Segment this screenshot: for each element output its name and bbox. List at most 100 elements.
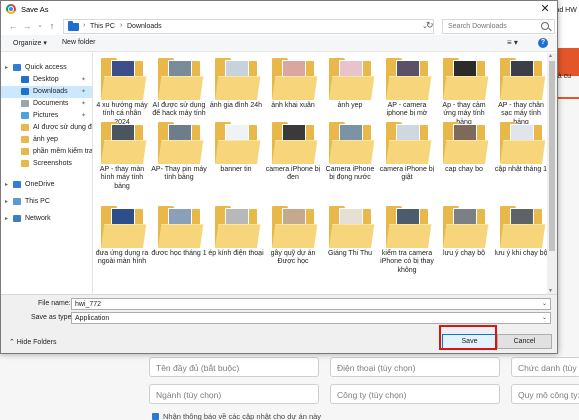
nav-item-desktop[interactable]: Desktop ✦ [1,74,92,86]
folder-item[interactable]: Ap - thay cảm ứng máy tính bảng [436,58,492,127]
job-title-field[interactable]: Chức danh (tùy c [511,357,579,377]
forward-arrow-icon[interactable]: → [21,20,33,32]
nav-item-label: Desktop [33,76,59,83]
folder-name: lưu ý khi chạy bộ [494,250,547,257]
network-icon [13,215,21,222]
recent-locations-chevron-icon[interactable]: ⌄ [34,20,46,32]
folder-item[interactable]: cap chay bo [436,122,492,174]
file-name-field[interactable]: hwi_772 ⌄ [71,298,551,310]
navigation-pane: ▸ Quick access Desktop ✦ Downloads ✦ Documents… [1,53,93,294]
folder-icon [329,58,375,100]
folder-icon [101,206,147,248]
folder-item[interactable]: 4 xu hướng máy tính cá nhân 2024 [94,58,150,127]
folder-icon [443,122,489,164]
folder-icon [215,122,261,164]
expand-chevron-icon[interactable]: ▸ [5,215,8,222]
updates-checkbox[interactable] [152,413,159,420]
folder-name: cap chay bo [445,166,483,173]
search-icon [541,22,549,30]
nav-item-ai-c-s-d-ng[interactable]: AI được sử dụng để [1,122,92,134]
dialog-titlebar: Save As ✕ [1,1,557,18]
nav-item-this-pc[interactable]: ▸ This PC [1,196,92,208]
folder-item[interactable]: AI được sử dụng để hack máy tính [151,58,207,119]
folder-item[interactable]: camera iPhone bị đen [265,122,321,183]
chrome-icon [6,4,16,14]
save-as-dialog: Save As ✕ ← → ⌄ ↑ › This PC › Downloads … [0,0,558,354]
nav-item-network[interactable]: ▸ Network [1,213,92,225]
folder-item[interactable]: AP- Thay pin máy tính bảng [151,122,207,183]
folder-item[interactable]: cập nhật tháng 1 [493,122,547,174]
expand-chevron-icon[interactable]: ▸ [5,198,8,205]
nav-item-label: Documents [33,100,69,107]
company-size-field[interactable]: Quy mô công ty: (t [511,384,579,404]
pictures-icon [21,112,29,119]
folder-item[interactable]: AP - thay màn hình máy tính bảng [94,122,150,191]
breadcrumb-this-pc[interactable]: This PC [90,23,115,30]
file-list-scrollbar[interactable]: ▲ ▼ [547,53,557,294]
hide-folders-button[interactable]: ⌃ Hide Folders [9,338,57,346]
folder-item[interactable]: đươc học tháng 1 [151,206,207,258]
folder-name: camera iPhone bị đen [265,166,321,182]
nav-item-ph-n-m-m-ki-m-tra[interactable]: phần mềm kiểm tra [1,146,92,158]
folder-item[interactable]: AP - thay chân sạc máy tính bảng [493,58,547,127]
nav-item-nh-yep[interactable]: ảnh yep [1,134,92,146]
search-input[interactable]: Search Downloads [442,19,555,34]
scroll-up-icon[interactable]: ▲ [548,53,553,59]
folder-item[interactable]: Giáng Thi Thu [322,206,378,258]
scrollbar-thumb[interactable] [549,61,555,251]
address-bar[interactable]: › This PC › Downloads ⌄ [63,19,434,34]
folder-icon [101,122,147,164]
folder-item[interactable]: Camera iPhone bị đọng nước [322,122,378,183]
nav-item-label: Quick access [25,64,67,71]
refresh-icon[interactable]: ↻ [426,20,434,31]
phone-field[interactable]: Điện thoại (tùy chọn) [330,357,500,377]
nav-item-screenshots[interactable]: Screenshots [1,158,92,170]
folder-item[interactable]: lưu ý chạy bộ [436,206,492,258]
back-arrow-icon[interactable]: ← [7,20,19,32]
folder-item[interactable]: gây quỹ dự án Được học [265,206,321,267]
folder-item[interactable]: banner tin [208,122,264,174]
folder-name: ảnh gia đình 24h [209,102,263,109]
file-name-value: hwi_772 [75,301,102,308]
command-toolbar: Organize ▾ New folder ≡ ▾ ? [1,35,557,52]
folder-icon [329,122,375,164]
save-as-type-select[interactable]: Application ⌄ [71,312,551,324]
folder-item[interactable]: ảnh gia đình 24h [208,58,264,110]
folder-item[interactable]: ảnh khai xuân [265,58,321,110]
folder-icon [21,136,29,143]
full-name-field[interactable]: Tên đầy đủ (bắt buộc) [149,357,319,377]
folder-icon [272,122,318,164]
folder-item[interactable]: ảnh yep [322,58,378,110]
folder-item[interactable]: ép kính điện thoại [208,206,264,258]
view-options-icon[interactable]: ≡ ▾ [507,38,518,47]
new-folder-button[interactable]: New folder [62,39,95,46]
folder-location-icon [68,21,79,31]
nav-item-onedrive[interactable]: ▸ OneDrive [1,179,92,191]
nav-item-documents[interactable]: Documents ✦ [1,98,92,110]
company-field[interactable]: Công ty (tùy chọn) [330,384,500,404]
folder-item[interactable]: AP - camera iphone bị mờ [379,58,435,119]
folder-icon [215,206,261,248]
industry-field[interactable]: Ngành (tùy chọn) [149,384,319,404]
chevron-down-icon[interactable]: ⌄ [542,300,547,307]
nav-item-pictures[interactable]: Pictures ✦ [1,110,92,122]
expand-chevron-icon[interactable]: ▸ [5,181,8,188]
breadcrumb-downloads[interactable]: Downloads [127,23,162,30]
folder-item[interactable]: đưa ứng dụng ra ngoài màn hình [94,206,150,267]
help-icon[interactable]: ? [538,38,548,48]
folder-name: AP- Thay pin máy tính bảng [151,166,207,182]
cancel-button[interactable]: Cancel [497,334,552,349]
up-arrow-icon[interactable]: ↑ [46,20,58,32]
folder-icon [443,58,489,100]
expand-chevron-icon[interactable]: ▸ [5,64,8,71]
chevron-down-icon[interactable]: ⌄ [542,314,547,321]
folder-item[interactable]: camera iPhone bị giật [379,122,435,183]
folder-item[interactable]: lưu ý khi chạy bộ [493,206,547,258]
nav-item-downloads[interactable]: Downloads ✦ [1,86,92,98]
nav-item-label: ảnh yep [33,136,58,143]
nav-item-quick-access[interactable]: ▸ Quick access [1,62,92,74]
close-icon[interactable]: ✕ [534,1,556,17]
folder-item[interactable]: kiểm tra camera iPhone có bị thay không [379,206,435,275]
organize-menu[interactable]: Organize ▾ [13,39,47,47]
folder-icon [272,58,318,100]
